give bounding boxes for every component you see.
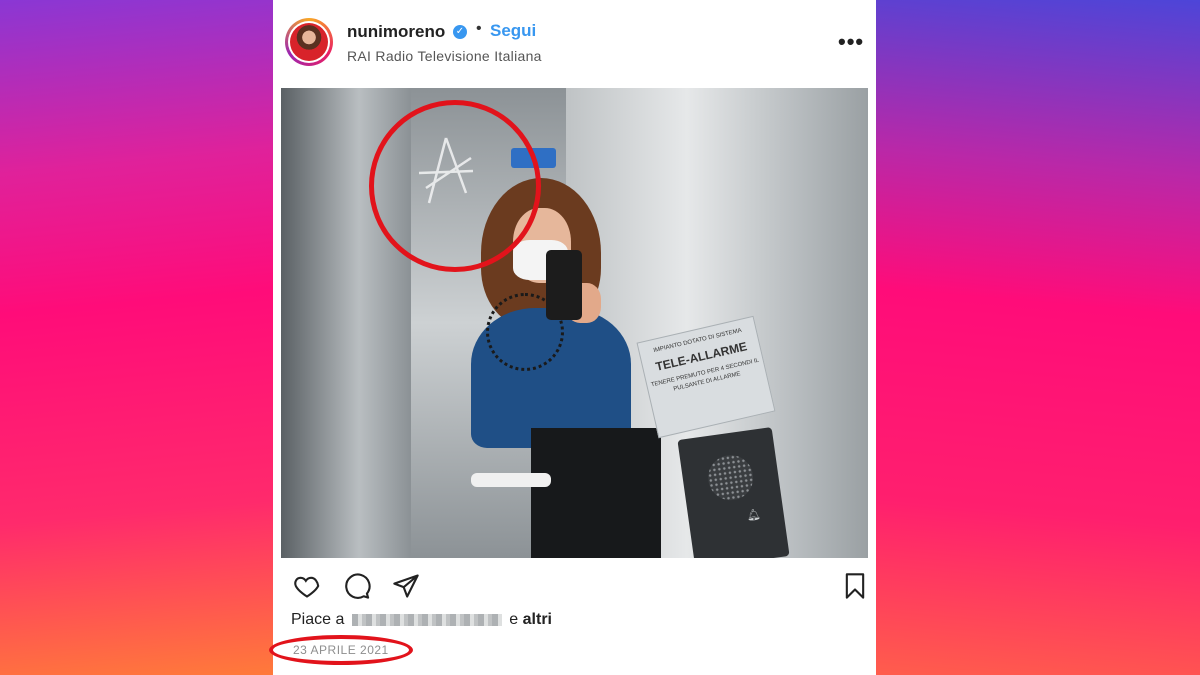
share-icon[interactable] [392, 572, 420, 600]
avatar-photo [290, 23, 328, 61]
red-highlight-circle [369, 100, 541, 272]
blurred-username [351, 613, 502, 626]
post-actions [273, 568, 876, 604]
background-gradient-left [0, 0, 273, 675]
bookmark-icon[interactable] [841, 572, 869, 600]
bell-icon: 🔔︎ [745, 508, 762, 523]
comment-icon[interactable] [343, 572, 371, 600]
person-pants [531, 428, 661, 558]
separator-dot: • [476, 20, 482, 37]
intercom-speaker: 🔔︎ [677, 427, 790, 558]
location-link[interactable]: RAI Radio Televisione Italiana [347, 48, 542, 64]
likes-others-link[interactable]: altri [523, 611, 552, 628]
date-highlight-circle [269, 635, 413, 665]
background-gradient-right [876, 0, 1200, 675]
likes-line: Piace a e altri [291, 611, 552, 629]
more-options-icon[interactable]: ••• [838, 29, 864, 55]
likes-prefix: Piace a [291, 611, 345, 628]
post-photo[interactable]: IMPIANTO DOTATO DI SISTEMA TELE-ALLARME … [281, 88, 868, 558]
verified-badge-icon: ✓ [453, 25, 467, 39]
follow-button[interactable]: Segui [490, 21, 536, 41]
post-header: nunimoreno ✓ • Segui RAI Radio Televisio… [273, 0, 876, 88]
likes-conjunction: e [509, 611, 519, 628]
heart-icon[interactable] [293, 572, 321, 600]
avatar[interactable] [285, 18, 333, 66]
smartphone [546, 250, 582, 320]
speaker-grille [705, 452, 757, 504]
handrail [471, 473, 551, 487]
instagram-post-card: nunimoreno ✓ • Segui RAI Radio Televisio… [273, 0, 876, 675]
username[interactable]: nunimoreno [347, 22, 445, 42]
